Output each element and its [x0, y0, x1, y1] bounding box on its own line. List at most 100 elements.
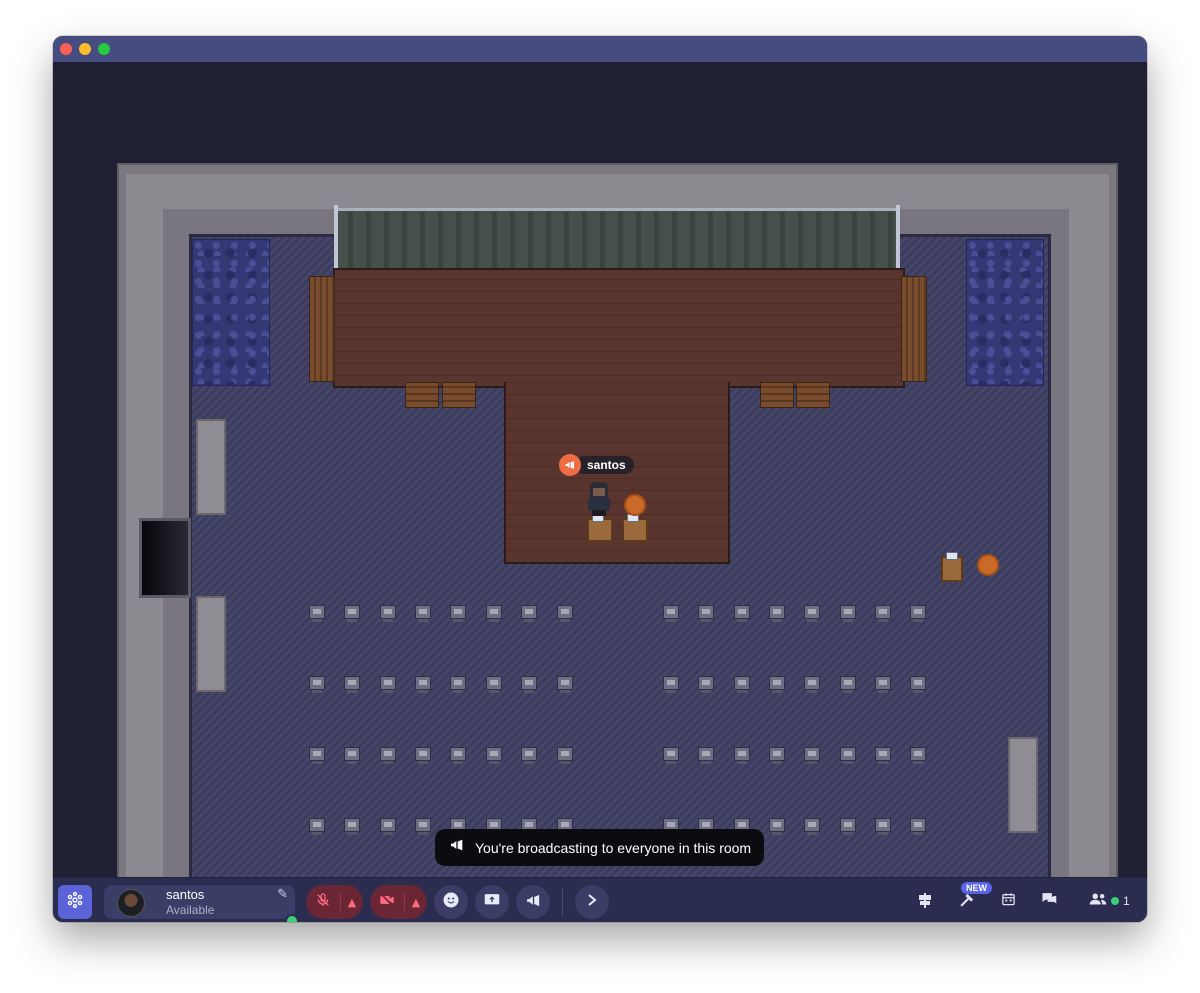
stage-steps: [760, 382, 794, 408]
close-window-button[interactable]: [60, 43, 72, 55]
audience-seat: [415, 818, 431, 835]
profile-card[interactable]: santos Available ✎: [104, 885, 299, 922]
audience-seat: [875, 676, 891, 693]
audience-seat: [486, 676, 502, 693]
audience-seat: [910, 818, 926, 835]
audience-seat: [309, 605, 325, 622]
audience-seat: [344, 818, 360, 835]
chevron-up-icon[interactable]: ▲: [405, 896, 427, 909]
audience-seat: [663, 605, 679, 622]
camera-toggle[interactable]: ▲: [370, 885, 427, 919]
audience-seat: [450, 676, 466, 693]
broadcast-button[interactable]: [516, 885, 550, 919]
lectern[interactable]: [941, 552, 963, 582]
screen-share-icon: [483, 892, 501, 912]
minimize-window-button[interactable]: [79, 43, 91, 55]
audience-seat: [415, 747, 431, 764]
mic-off-icon[interactable]: [306, 892, 340, 912]
chat-icon[interactable]: [1039, 891, 1059, 911]
chevron-right-icon: [586, 893, 598, 911]
chevron-up-icon[interactable]: ▲: [341, 896, 363, 909]
stage-steps: [796, 382, 830, 408]
microphone-toggle[interactable]: ▲: [306, 885, 363, 919]
audience-seat: [769, 676, 785, 693]
audience-seat: [875, 605, 891, 622]
megaphone-icon: [449, 837, 465, 858]
podium-desk[interactable]: [587, 514, 613, 542]
camera-off-icon[interactable]: [370, 892, 404, 912]
stage-steps: [405, 382, 439, 408]
audience-seat: [521, 747, 537, 764]
audience-seat: [875, 818, 891, 835]
audience-seat: [734, 747, 750, 764]
audience-seat: [698, 676, 714, 693]
audience-seat: [380, 747, 396, 764]
audience-seat: [804, 676, 820, 693]
audience-seat: [804, 818, 820, 835]
new-badge: NEW: [961, 882, 992, 894]
audience-seat: [557, 605, 573, 622]
stage-steps: [442, 382, 476, 408]
audience-seat: [344, 747, 360, 764]
app-window: santos You're broadcasting to everyone i…: [53, 36, 1147, 922]
curtain-post-left: [334, 205, 338, 275]
audience-seat: [769, 605, 785, 622]
screen-share-button[interactable]: [475, 885, 509, 919]
audience-seat: [521, 676, 537, 693]
online-status-dot: [285, 914, 299, 922]
title-bar: [53, 36, 1147, 62]
wall-panel: [196, 596, 226, 692]
signpost-icon[interactable]: [915, 891, 935, 913]
broadcast-toast: You're broadcasting to everyone in this …: [435, 829, 764, 866]
stage-bench-right: [901, 276, 927, 382]
rug-left: [192, 239, 270, 386]
audience-seat: [344, 605, 360, 622]
audience-seat: [804, 747, 820, 764]
audience-seat: [875, 747, 891, 764]
audience-seat: [486, 605, 502, 622]
game-map[interactable]: santos You're broadcasting to everyone i…: [53, 62, 1147, 877]
audience-seat: [769, 818, 785, 835]
avatar: [117, 889, 145, 917]
stage-curtain: [335, 208, 900, 275]
podium-desk[interactable]: [622, 514, 648, 542]
audience-seat: [910, 747, 926, 764]
audience-seat: [698, 747, 714, 764]
bottom-toolbar: santos Available ✎ ▲ ▲ NEW 1: [53, 877, 1147, 922]
audience-seat: [557, 676, 573, 693]
audience-seat: [840, 747, 856, 764]
audience-seat: [450, 605, 466, 622]
audience-seat: [380, 818, 396, 835]
people-icon: [1089, 892, 1107, 909]
online-status-dot: [1111, 896, 1119, 905]
emoji-button[interactable]: [434, 885, 468, 919]
audience-seat: [309, 676, 325, 693]
gather-logo-button[interactable]: [58, 885, 92, 919]
wall-panel: [196, 419, 226, 515]
maximize-window-button[interactable]: [98, 43, 110, 55]
pencil-icon[interactable]: ✎: [277, 887, 288, 902]
audience-seat: [769, 747, 785, 764]
audience-seat: [415, 676, 431, 693]
smiley-icon: [442, 891, 460, 913]
audience-seat: [663, 747, 679, 764]
stage-table: [624, 494, 646, 516]
participants-button[interactable]: 1: [1089, 892, 1130, 909]
audience-seat: [380, 676, 396, 693]
stage-bench-left: [309, 276, 335, 382]
avatar-nameplate: santos: [559, 454, 634, 476]
audience-seat: [557, 747, 573, 764]
audience-seat: [840, 605, 856, 622]
toolbar-divider: [562, 888, 563, 916]
expand-toolbar-button[interactable]: [575, 885, 609, 919]
audience-seat: [840, 818, 856, 835]
profile-name: santos: [166, 887, 205, 902]
exit-door[interactable]: [139, 518, 191, 598]
rug-right: [966, 239, 1044, 386]
hammer-icon[interactable]: [957, 891, 977, 912]
audience-seat: [309, 818, 325, 835]
calendar-icon[interactable]: [998, 891, 1018, 911]
audience-seat: [698, 605, 714, 622]
player-avatar[interactable]: [586, 482, 612, 516]
side-table: [977, 554, 999, 576]
